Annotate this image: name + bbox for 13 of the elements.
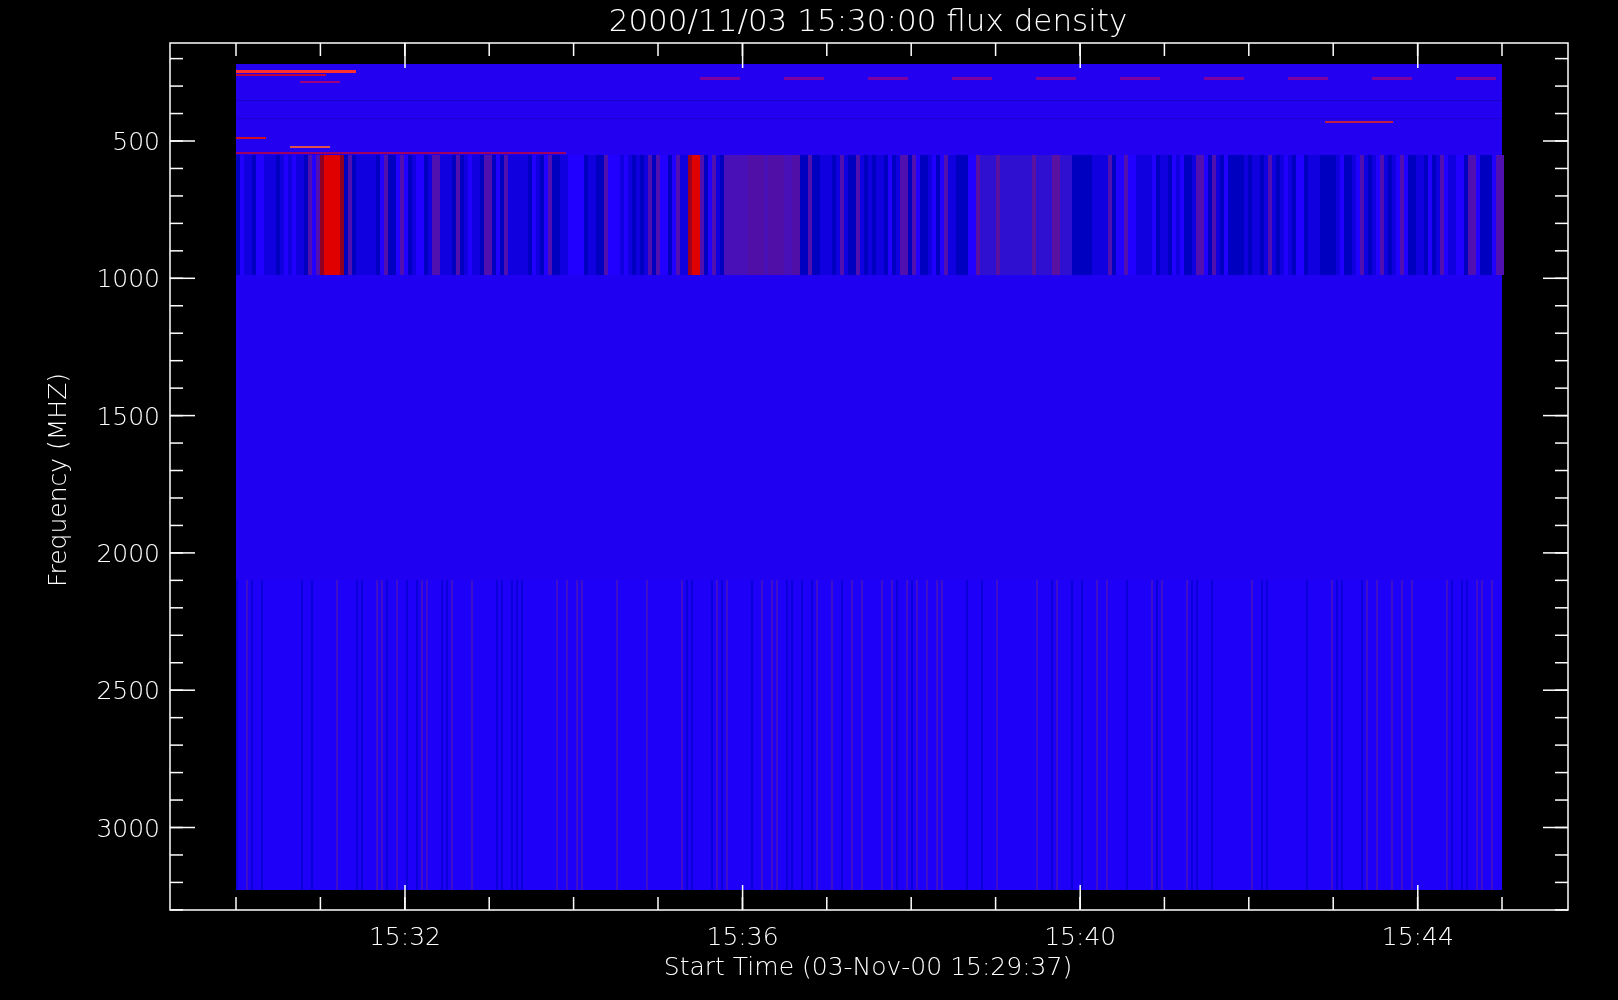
- x-tick-label: 15:32: [369, 922, 441, 951]
- x-tick-label: 15:44: [1381, 922, 1454, 951]
- x-axis-label: Start Time (03-Nov-00 15:29:37): [663, 952, 1073, 981]
- y-tick-label: 3000: [96, 813, 160, 843]
- y-tick-label: 1500: [96, 401, 160, 431]
- y-tick-label: 2500: [96, 676, 160, 706]
- y-tick-label: 2000: [96, 538, 160, 568]
- plot-title: 2000/11/03 15:30:00 flux density: [608, 2, 1128, 38]
- y-axis-label: Frequency (MHZ): [43, 372, 72, 588]
- x-tick-label: 15:36: [706, 922, 779, 951]
- x-tick-label: 15:40: [1044, 922, 1117, 951]
- y-tick-label: 1000: [96, 264, 160, 294]
- y-tick-label: 500: [112, 127, 160, 156]
